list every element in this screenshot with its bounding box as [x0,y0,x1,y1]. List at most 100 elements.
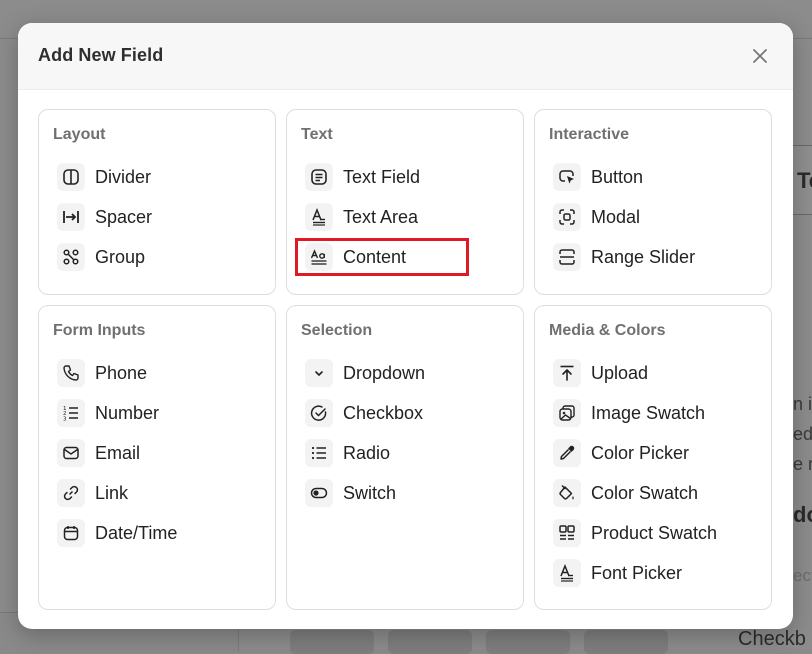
field-label: Text Area [343,206,419,227]
background-text: Checkb [738,628,806,650]
field-image-swatch[interactable]: Image Swatch [549,393,757,433]
field-label: Upload [591,362,649,383]
field-email[interactable]: Email [53,433,261,473]
field-color-swatch[interactable]: Color Swatch [549,473,757,513]
field-label: Date/Time [95,522,178,543]
color-swatch-icon [553,479,581,507]
background-tab [584,630,668,654]
background-text: ect [793,566,812,585]
product-swatch-icon [553,519,581,547]
email-icon [57,439,85,467]
close-icon [753,49,767,63]
field-label: Modal [591,206,641,227]
radio-list-icon [305,439,333,467]
field-label: Phone [95,362,148,383]
field-link[interactable]: Link [53,473,261,513]
field-label: Checkbox [343,402,424,423]
section-title: Text [301,126,333,143]
field-label: Content [343,246,407,267]
svg-text:3: 3 [63,417,67,423]
section-title: Layout [53,126,106,143]
field-label: Range Slider [591,246,696,267]
field-label: Spacer [95,206,153,227]
background-text: e m [793,454,812,474]
field-phone[interactable]: Phone [53,353,261,393]
field-label: Product Swatch [591,522,718,543]
background-tab [290,630,374,654]
field-button[interactable]: Button [549,157,757,197]
field-label: Font Picker [591,562,683,583]
section-form-inputs: Form Inputs Phone 123 Number Email Link … [38,305,276,610]
field-divider[interactable]: Divider [53,157,261,197]
field-range-slider[interactable]: Range Slider [549,237,757,277]
section-media-colors: Media & Colors Upload Image Swatch Color… [534,305,772,610]
field-number[interactable]: 123 Number [53,393,261,433]
divider-icon [57,163,85,191]
field-label: Button [591,166,644,187]
field-spacer[interactable]: Spacer [53,197,261,237]
modal-header: Add New Field [18,23,793,90]
field-color-picker[interactable]: Color Picker [549,433,757,473]
add-field-modal: Add New Field Layout Divider Spacer Grou… [18,23,793,629]
field-text-area[interactable]: Text Area [301,197,509,237]
image-swatch-icon [553,399,581,427]
field-text-field[interactable]: Text Field [301,157,509,197]
calendar-icon [57,519,85,547]
modal-title: Add New Field [38,45,164,65]
field-label: Color Picker [591,442,690,463]
color-picker-icon [553,439,581,467]
phone-icon [57,359,85,387]
background-tab [388,630,472,654]
range-slider-icon [553,243,581,271]
field-checkbox[interactable]: Checkbox [301,393,509,433]
field-label: Email [95,442,141,463]
field-label: Dropdown [343,362,426,383]
section-layout: Layout Divider Spacer Group [38,109,276,295]
section-title: Interactive [549,126,630,143]
link-icon [57,479,85,507]
field-group[interactable]: Group [53,237,261,277]
field-label: Switch [343,482,397,503]
background-text: ed [793,424,812,444]
section-interactive: Interactive Button Modal Range Slider [534,109,772,295]
field-label: Image Swatch [591,402,706,423]
font-picker-icon [553,559,581,587]
field-label: Group [95,246,146,267]
field-product-swatch[interactable]: Product Swatch [549,513,757,553]
upload-icon [553,359,581,387]
section-selection: Selection Dropdown Checkbox Radio Switch [286,305,524,610]
field-grid: Layout Divider Spacer Group Text Text Fi… [38,109,772,610]
section-title: Selection [301,322,373,339]
text-field-icon [305,163,333,191]
field-label: Link [95,482,129,503]
button-icon [553,163,581,191]
background-text: do [793,502,812,527]
background-text: Te [797,168,812,193]
spacer-icon [57,203,85,231]
field-label: Number [95,402,160,423]
field-font-picker[interactable]: Font Picker [549,553,757,593]
section-title: Form Inputs [53,322,146,339]
section-text: Text Text Field Text Area Content [286,109,524,295]
switch-icon [305,479,333,507]
field-dropdown[interactable]: Dropdown [301,353,509,393]
content-icon [305,243,333,271]
checkbox-icon [305,399,333,427]
field-label: Divider [95,166,152,187]
section-title: Media & Colors [549,322,666,339]
field-date-time[interactable]: Date/Time [53,513,261,553]
modal-icon [553,203,581,231]
field-content[interactable]: Content [295,237,509,277]
field-label: Text Field [343,166,421,187]
background-tab [486,630,570,654]
background-text: n ip [793,394,812,414]
close-button[interactable] [747,43,773,69]
text-area-icon [305,203,333,231]
field-modal[interactable]: Modal [549,197,757,237]
field-radio[interactable]: Radio [301,433,509,473]
field-switch[interactable]: Switch [301,473,509,513]
field-label: Color Swatch [591,482,699,503]
chevron-down-icon [305,359,333,387]
field-upload[interactable]: Upload [549,353,757,393]
group-icon [57,243,85,271]
